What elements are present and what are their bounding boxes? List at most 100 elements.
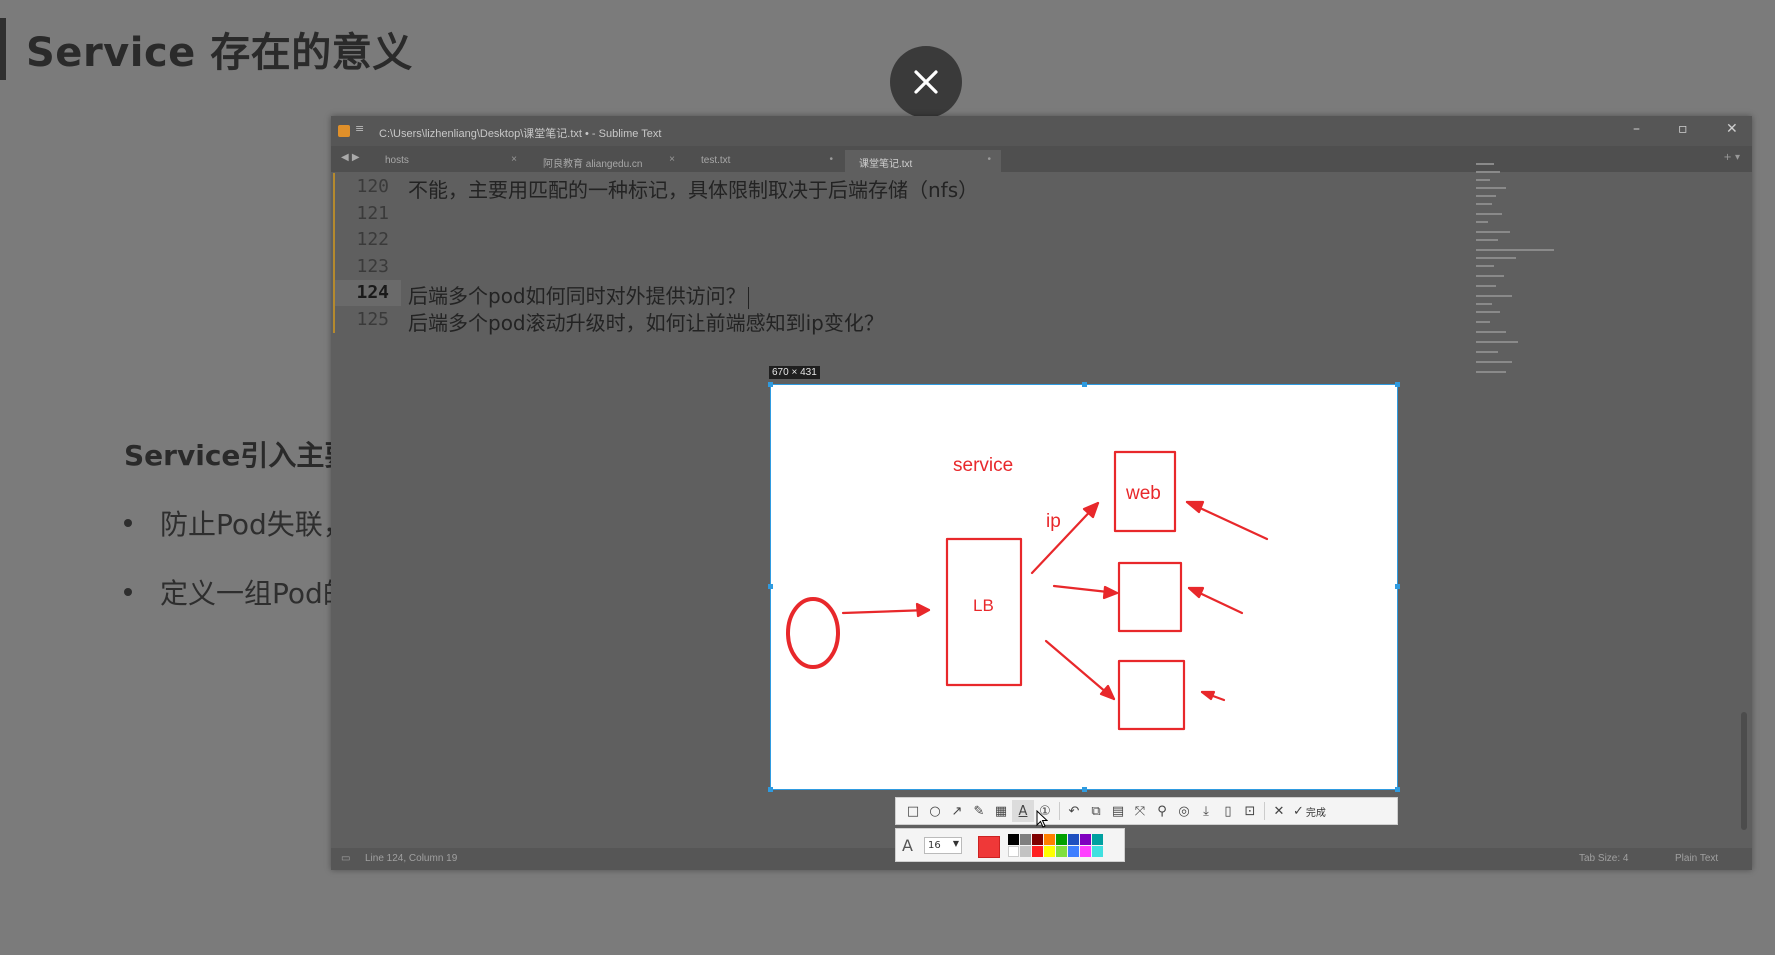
arrow-icon[interactable]: ↗ [946, 800, 968, 822]
line-text: 后端多个pod滚动升级时，如何让前端感知到ip变化？ [408, 310, 884, 335]
pen-icon[interactable]: ✎ [968, 800, 990, 822]
tab-dropdown-icon[interactable]: + ▾ [1723, 152, 1740, 163]
close-button[interactable] [890, 46, 962, 118]
service-label: service [953, 455, 1013, 476]
pod-box-2 [1117, 561, 1183, 633]
color-swatch[interactable] [1008, 834, 1019, 845]
line-number: 123 [356, 255, 389, 277]
color-swatch[interactable] [1080, 846, 1091, 857]
slide-bullet-1: 防止Pod失联， [124, 503, 351, 543]
line-number: 124 [356, 282, 389, 303]
vertical-scrollbar[interactable] [1741, 712, 1747, 830]
slide-subheading: Service引入主要 [124, 439, 353, 472]
bullet-text: 防止Pod失联， [160, 508, 351, 541]
text-icon[interactable]: A [1012, 800, 1034, 822]
tab-dirty-icon[interactable]: • [987, 154, 991, 165]
color-swatch[interactable] [1032, 846, 1043, 857]
tab-class-notes[interactable]: 课堂笔记.txt • [845, 150, 1001, 172]
done-icon: ✓ [1293, 803, 1304, 819]
line-text: 不能，主要用匹配的一种标记，具体限制取决于后端存储（nfs） [408, 178, 979, 202]
mosaic-icon[interactable]: ▦ [990, 800, 1012, 822]
line-number: 121 [356, 202, 389, 224]
client-circle [786, 597, 840, 669]
code-line: 122 [331, 227, 1621, 254]
color-swatch[interactable] [1032, 834, 1043, 845]
mouse-pointer-icon [1036, 810, 1048, 828]
copy-icon[interactable]: ▯ [1217, 800, 1239, 822]
tab-test-txt[interactable]: test.txt • [687, 150, 843, 172]
undo-icon[interactable]: ↶ [1063, 800, 1085, 822]
color-swatch[interactable] [1068, 834, 1079, 845]
bullet-dot [124, 519, 132, 527]
font-size-value: 16 [928, 840, 941, 851]
window-titlebar: ≡ C:\Users\lizhenliang\Desktop\课堂笔记.txt … [331, 116, 1752, 146]
color-swatch[interactable] [1056, 834, 1067, 845]
resize-handle[interactable] [1395, 382, 1400, 387]
resize-handle[interactable] [768, 787, 773, 792]
resize-handle[interactable] [1082, 787, 1087, 792]
color-swatch[interactable] [1020, 846, 1031, 857]
window-close-icon[interactable]: ✕ [1726, 121, 1738, 137]
tab-label: test.txt [701, 155, 731, 166]
line-number: 122 [356, 229, 389, 250]
done-label: 完成 [1305, 807, 1326, 819]
color-swatch[interactable] [1044, 846, 1055, 857]
tab-hosts[interactable]: hosts × [371, 150, 527, 172]
bullet-dot [124, 588, 132, 596]
font-icon[interactable]: A [902, 836, 913, 855]
font-size-select[interactable]: 16 ▼ [924, 837, 962, 854]
color-swatch[interactable] [1092, 834, 1103, 845]
tab-label: hosts [385, 155, 409, 166]
resize-handle[interactable] [768, 584, 773, 589]
save-icon[interactable]: ⤓ [1195, 800, 1217, 822]
ocr-icon[interactable]: ▤ [1107, 800, 1129, 822]
resize-handle[interactable] [1395, 787, 1400, 792]
color-swatch[interactable] [1092, 846, 1103, 857]
done-button[interactable]: ✓ 完成 [1290, 800, 1329, 822]
slide-title: Service 存在的意义 [26, 30, 413, 76]
panel-toggle-icon[interactable]: ▭ [341, 853, 350, 864]
ellipse-icon[interactable]: ○ [924, 800, 946, 822]
code-editor[interactable]: 120 不能，主要用匹配的一种标记，具体限制取决于后端存储（nfs） 121 12… [331, 174, 1621, 335]
current-color-swatch[interactable] [978, 836, 1000, 858]
color-swatch[interactable] [1080, 834, 1091, 845]
tab-close-icon[interactable]: × [669, 154, 675, 165]
chevron-down-icon: ▼ [952, 839, 959, 848]
syntax-status[interactable]: Plain Text [1675, 853, 1718, 864]
color-swatch[interactable] [1068, 846, 1079, 857]
tab-nav-arrows-icon[interactable]: ◀ ▶ [341, 152, 360, 163]
menu-icon[interactable]: ≡ [355, 122, 364, 135]
tab-close-icon[interactable]: × [511, 154, 517, 165]
long-capture-icon[interactable]: ⤧ [1129, 800, 1151, 822]
close-icon [914, 70, 938, 94]
minimap[interactable] [1476, 161, 1566, 381]
cancel-icon[interactable]: ✕ [1268, 800, 1290, 822]
pin-screen-icon[interactable]: ⊡ [1239, 800, 1261, 822]
title-accent-bar [0, 18, 6, 80]
color-swatch[interactable] [1008, 846, 1019, 857]
pin-window-icon[interactable]: ⚲ [1151, 800, 1173, 822]
line-text-with-cursor: 后端多个pod如何同时对外提供访问？ [408, 280, 749, 309]
pin-icon[interactable]: ⧉ [1085, 800, 1107, 822]
record-icon[interactable]: ◎ [1173, 800, 1195, 822]
line-number: 125 [356, 308, 389, 330]
tab-dirty-icon[interactable]: • [829, 154, 833, 165]
rectangle-icon[interactable]: □ [902, 800, 924, 822]
code-line-current: 124 后端多个pod如何同时对外提供访问？ [331, 280, 1621, 309]
resize-handle[interactable] [768, 382, 773, 387]
slide-bullet-2: 定义一组Pod的 [124, 572, 351, 612]
resize-handle[interactable] [1082, 382, 1087, 387]
color-swatch[interactable] [1044, 834, 1055, 845]
tab-aliangedu[interactable]: 阿良教育 aliangedu.cn × [529, 150, 685, 172]
resize-handle[interactable] [1395, 584, 1400, 589]
capture-selection[interactable]: service LB ip web [768, 382, 1400, 792]
lb-label: LB [973, 596, 994, 615]
tab-size-status[interactable]: Tab Size: 4 [1579, 853, 1628, 864]
color-swatch[interactable] [1020, 834, 1031, 845]
maximize-icon[interactable]: ▫ [1678, 121, 1688, 137]
capture-toolbar: □ ○ ↗ ✎ ▦ A ① ↶ ⧉ ▤ ⤧ ⚲ ◎ ⤓ ▯ ⊡ ✕ ✓ 完成 [895, 797, 1398, 825]
code-line: 123 [331, 254, 1621, 281]
minimize-icon[interactable]: – [1633, 121, 1640, 137]
color-swatch[interactable] [1056, 846, 1067, 857]
code-line: 121 [331, 201, 1621, 228]
